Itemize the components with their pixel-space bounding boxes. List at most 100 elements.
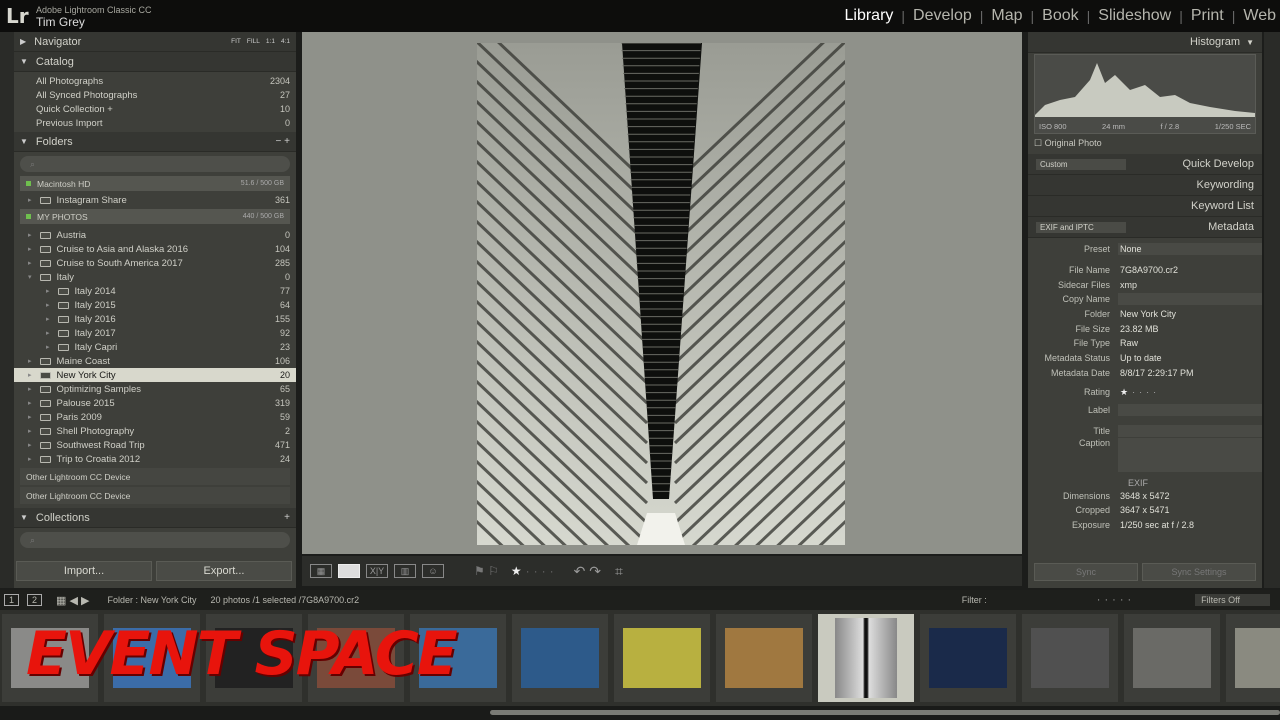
module-library[interactable]: Library: [845, 7, 894, 25]
folders-header[interactable]: ▼ Folders − +: [14, 132, 296, 152]
import-button[interactable]: Import...: [16, 561, 152, 581]
expand-icon[interactable]: ▸: [46, 329, 50, 337]
title-field[interactable]: [1118, 424, 1262, 437]
star-icon[interactable]: ·: [534, 564, 538, 578]
star-icon[interactable]: ★: [1120, 387, 1128, 397]
metadata-value[interactable]: xmp: [1118, 279, 1262, 291]
folder-item[interactable]: ▸ Italy 2014 77: [14, 284, 296, 298]
expand-icon[interactable]: ▸: [28, 259, 32, 267]
filter-stars[interactable]: · · · · ·: [1097, 594, 1135, 606]
device-item[interactable]: Other Lightroom CC Device: [20, 468, 290, 485]
filmstrip-thumbnail[interactable]: [818, 614, 914, 702]
catalog-item[interactable]: Previous Import 0: [14, 116, 296, 130]
folder-item[interactable]: ▸ New York City 20: [14, 368, 296, 382]
filmstrip-thumbnail[interactable]: [920, 614, 1016, 702]
expand-icon[interactable]: ▸: [28, 231, 32, 239]
navigator-zoom-2[interactable]: 1:1: [266, 38, 275, 45]
folder-item[interactable]: ▸ Austria 0: [14, 228, 296, 242]
expand-icon[interactable]: ▸: [28, 357, 32, 365]
module-web[interactable]: Web: [1243, 7, 1276, 25]
filmstrip-source[interactable]: Folder : New York City: [107, 595, 196, 605]
rotate-icon[interactable]: ↶ ↷: [574, 563, 601, 580]
expand-icon[interactable]: ▸: [28, 196, 32, 204]
survey-view-icon[interactable]: ▥: [394, 564, 416, 578]
crop-overlay-icon[interactable]: ⌗: [615, 563, 623, 580]
filmstrip-thumbnail[interactable]: [1124, 614, 1220, 702]
collection-search-input[interactable]: ⌕: [20, 532, 290, 548]
histogram-header[interactable]: Histogram ▼: [1028, 32, 1262, 53]
keywording-header[interactable]: Keywording: [1028, 175, 1262, 196]
grid-view-icon[interactable]: ▦: [310, 564, 332, 578]
expand-icon[interactable]: ▸: [28, 441, 32, 449]
star-icon[interactable]: ·: [526, 564, 530, 578]
compare-view-icon[interactable]: X|Y: [366, 564, 388, 578]
folder-search-input[interactable]: ⌕: [20, 156, 290, 172]
module-print[interactable]: Print: [1191, 7, 1224, 25]
expand-icon[interactable]: ▸: [28, 371, 32, 379]
folder-item[interactable]: ▾ Italy 0: [14, 270, 296, 284]
expand-icon[interactable]: ▸: [46, 343, 50, 351]
catalog-item[interactable]: All Synced Photographs 27: [14, 88, 296, 102]
expand-icon[interactable]: ▸: [46, 315, 50, 323]
star-icon[interactable]: ·: [1132, 387, 1135, 397]
folder-item[interactable]: ▸ Cruise to Asia and Alaska 2016 104: [14, 242, 296, 256]
volume-macintosh-hd[interactable]: Macintosh HD 51.6 / 500 GB: [20, 176, 290, 191]
module-develop[interactable]: Develop: [913, 7, 972, 25]
grid-icon[interactable]: ▦ ◀ ▶: [56, 594, 89, 607]
selected-filename[interactable]: 7G8A9700.cr2: [301, 595, 359, 605]
filmstrip-thumbnail[interactable]: [716, 614, 812, 702]
star-icon[interactable]: ★: [511, 564, 522, 578]
navigator-zoom[interactable]: FIT FILL 1:1 4:1: [225, 38, 290, 45]
caption-field[interactable]: [1118, 438, 1262, 473]
module-book[interactable]: Book: [1042, 7, 1078, 25]
navigator-zoom-0[interactable]: FIT: [231, 38, 241, 45]
catalog-item[interactable]: All Photographs 2304: [14, 74, 296, 88]
collections-add-button[interactable]: +: [284, 512, 290, 523]
expand-icon[interactable]: ▸: [28, 385, 32, 393]
folder-item[interactable]: ▸ Italy 2015 64: [14, 298, 296, 312]
folder-item[interactable]: ▸ Trip to Croatia 2012 24: [14, 452, 296, 466]
rating-stars[interactable]: ★ · · · ·: [1118, 386, 1262, 398]
star-icon[interactable]: ·: [1097, 594, 1101, 606]
filmstrip-thumbnail[interactable]: [614, 614, 710, 702]
collections-header[interactable]: ▼ Collections +: [14, 508, 296, 528]
star-icon[interactable]: ·: [1153, 387, 1156, 397]
quick-develop-header[interactable]: Custom Quick Develop: [1028, 154, 1262, 175]
metadata-value[interactable]: New York City: [1118, 308, 1262, 320]
filmstrip-thumbnail[interactable]: [1022, 614, 1118, 702]
star-icon[interactable]: ·: [1146, 387, 1149, 397]
expand-icon[interactable]: ▸: [28, 455, 32, 463]
volume-my-photos[interactable]: MY PHOTOS 440 / 500 GB: [20, 209, 290, 224]
quick-develop-preset[interactable]: Custom: [1036, 158, 1126, 170]
star-icon[interactable]: ·: [550, 564, 554, 578]
screen-1-button[interactable]: 1: [4, 594, 20, 606]
folder-item[interactable]: ▸ Optimizing Samples 65: [14, 382, 296, 396]
right-panel-edge[interactable]: [1264, 32, 1280, 588]
histogram-chart[interactable]: ISO 800 24 mm f / 2.8 1/250 SEC: [1034, 54, 1256, 134]
keyword-list-header[interactable]: Keyword List: [1028, 196, 1262, 217]
metadata-set-select[interactable]: EXIF and IPTC: [1036, 221, 1126, 233]
star-icon[interactable]: ·: [1139, 387, 1142, 397]
screen-2-button[interactable]: 2: [27, 594, 43, 606]
rating-stars[interactable]: ★ · · · ·: [511, 564, 558, 578]
preset-select[interactable]: None: [1118, 243, 1262, 256]
folder-item[interactable]: ▸ Italy 2016 155: [14, 312, 296, 326]
star-icon[interactable]: ·: [1112, 594, 1116, 606]
metadata-value[interactable]: 23.82 MB: [1118, 323, 1262, 335]
folder-item[interactable]: ▸ Italy 2017 92: [14, 326, 296, 340]
filmstrip-scrollbar[interactable]: [0, 706, 1280, 720]
catalog-item[interactable]: Quick Collection + 10: [14, 102, 296, 116]
flag-icon[interactable]: ⚑ ⚐: [474, 564, 499, 578]
folder-item[interactable]: ▸ Paris 2009 59: [14, 410, 296, 424]
metadata-header[interactable]: EXIF and IPTC Metadata: [1028, 217, 1262, 238]
star-icon[interactable]: ·: [1127, 594, 1131, 606]
folders-add-remove[interactable]: − +: [276, 136, 290, 147]
people-view-icon[interactable]: ☺: [422, 564, 444, 578]
sync-button[interactable]: Sync: [1034, 563, 1138, 581]
module-map[interactable]: Map: [991, 7, 1022, 25]
metadata-value[interactable]: 8/8/17 2:29:17 PM: [1118, 367, 1262, 379]
metadata-value[interactable]: 7G8A9700.cr2: [1118, 264, 1262, 276]
scroll-thumb[interactable]: [490, 710, 1280, 715]
expand-icon[interactable]: ▸: [28, 413, 32, 421]
device-item[interactable]: Other Lightroom CC Device: [20, 487, 290, 504]
